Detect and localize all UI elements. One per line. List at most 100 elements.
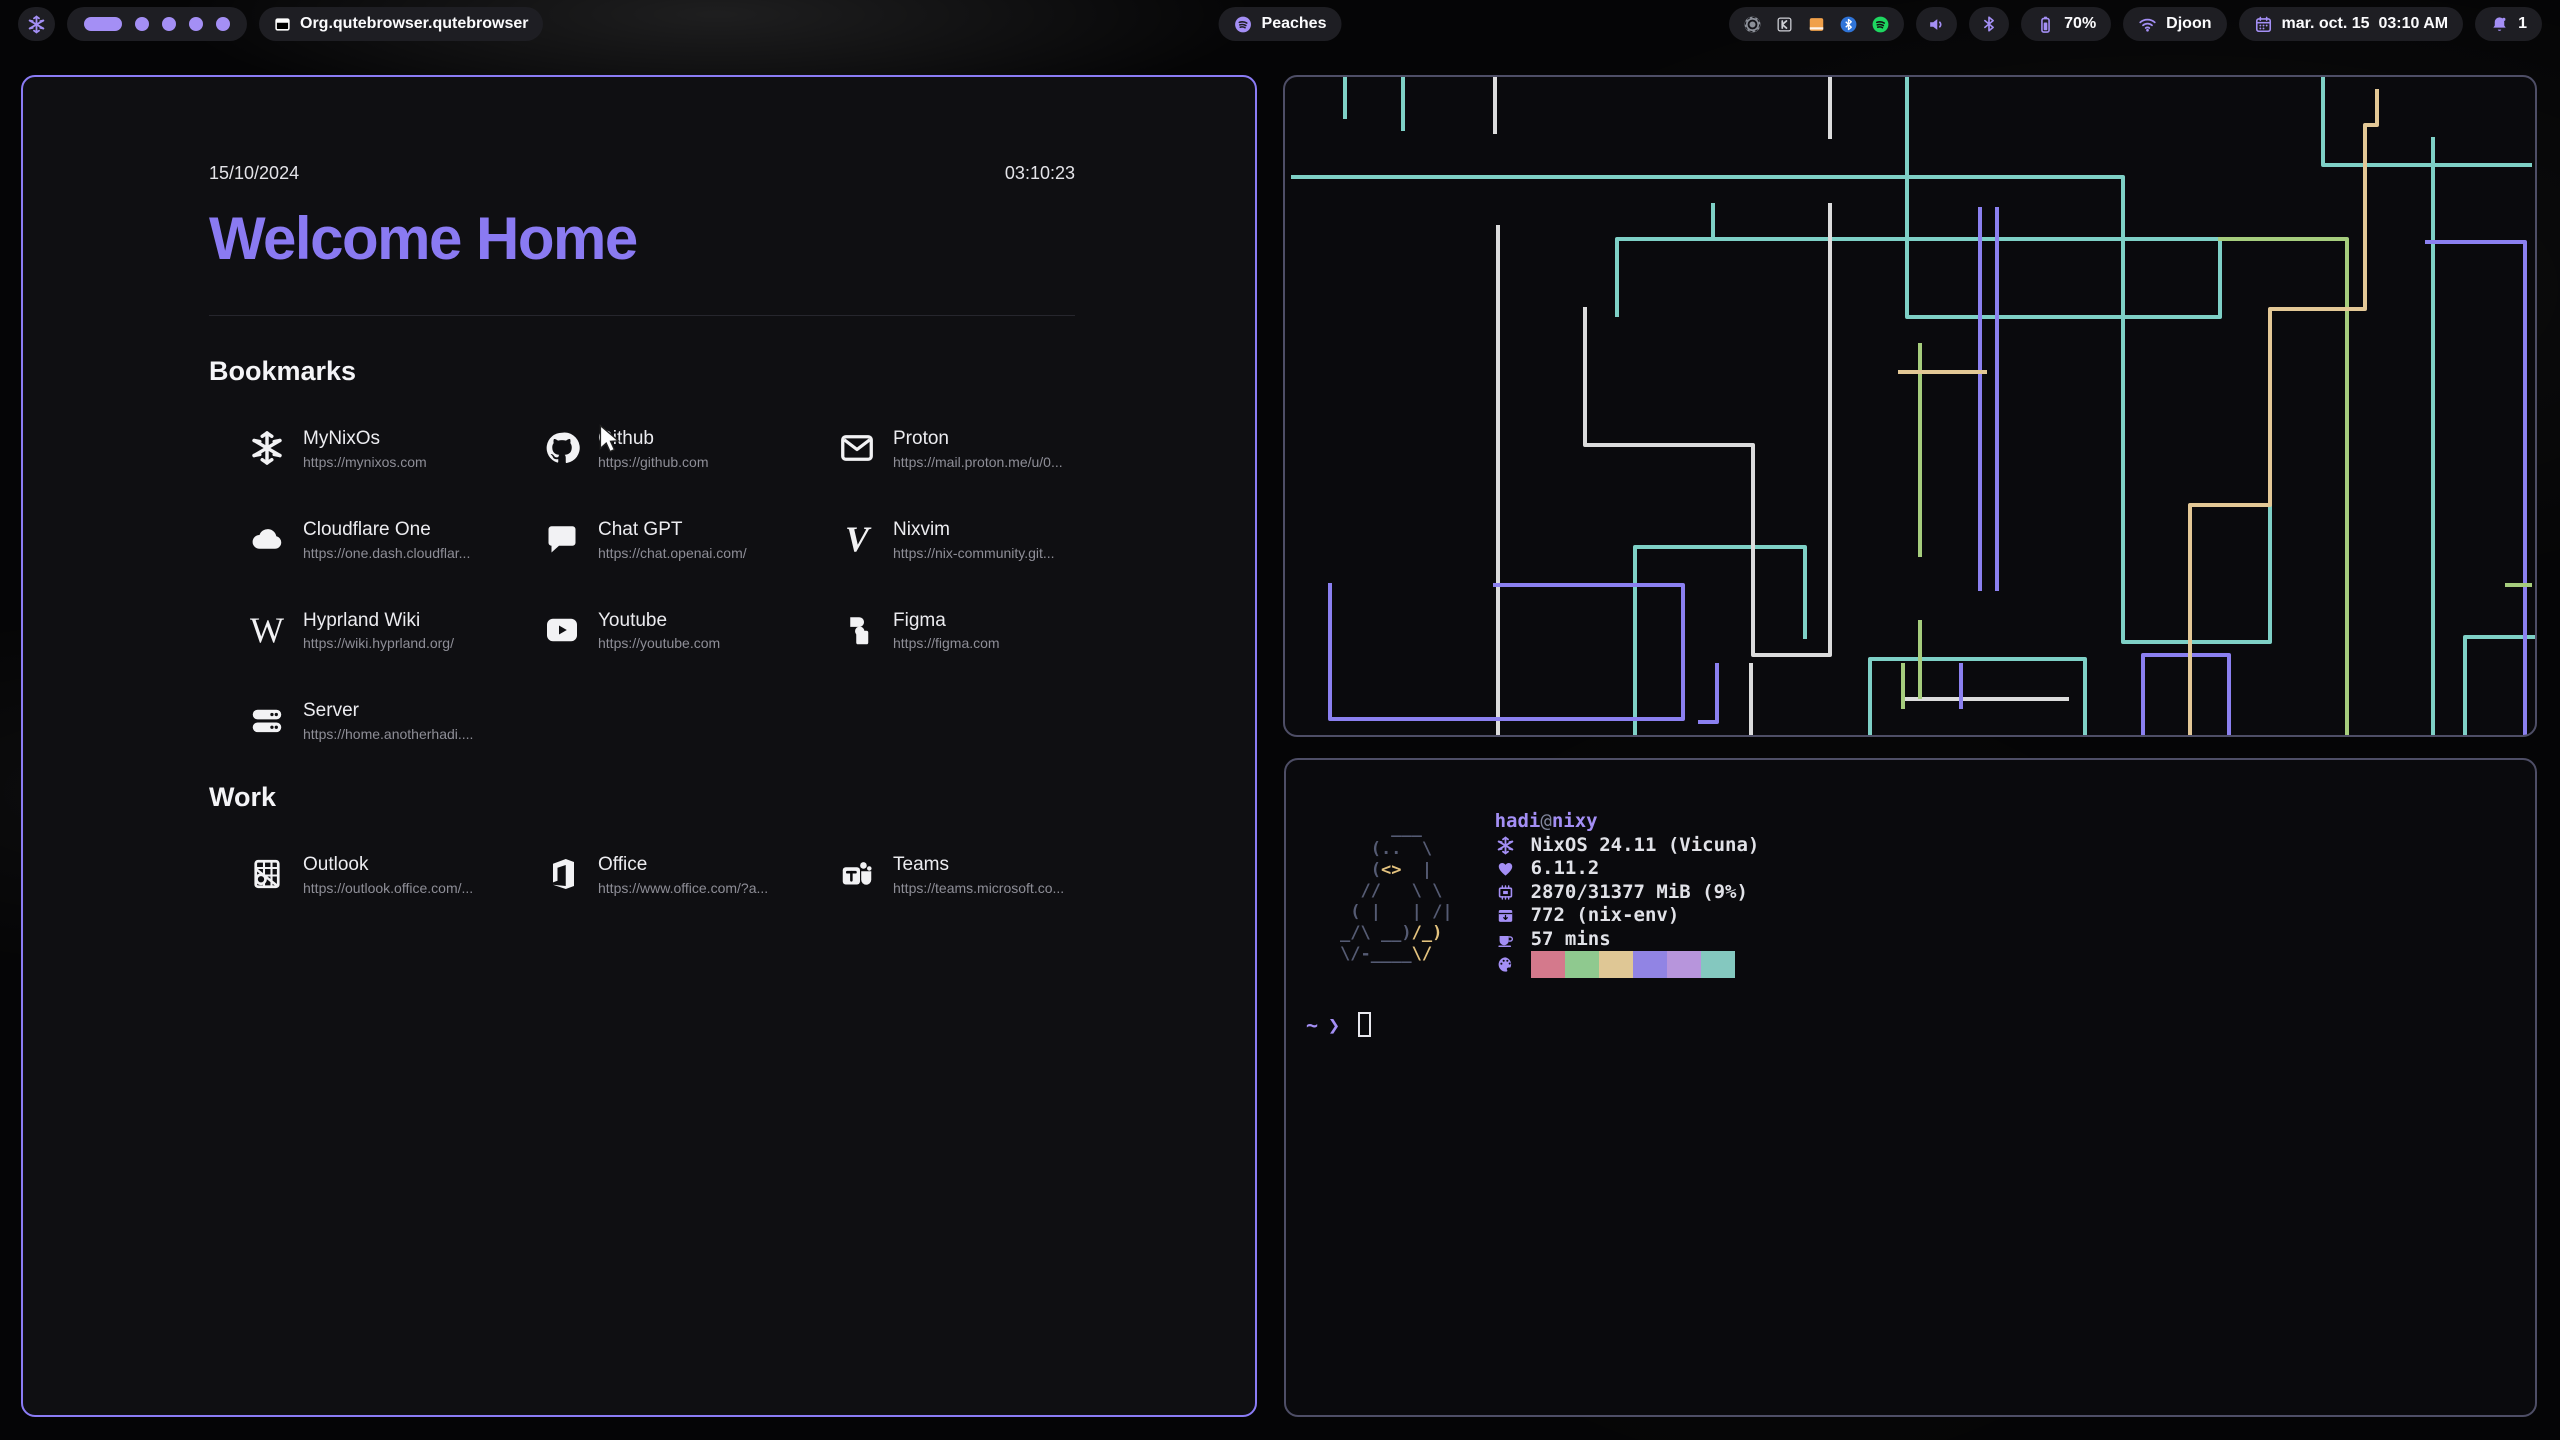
window-title-label: Org.qutebrowser.qutebrowser	[300, 15, 528, 33]
recorder-icon[interactable]	[1743, 15, 1762, 34]
workspace-active[interactable]	[84, 17, 122, 31]
bookmark-item-proton[interactable]: Protonhttps://mail.proton.me/u/0...	[837, 427, 1132, 470]
terminal-cursor	[1358, 1012, 1371, 1037]
media-player-module[interactable]: Peaches	[1219, 7, 1342, 41]
uptime-icon	[1495, 930, 1517, 949]
bookmark-url: https://www.office.com/?a...	[598, 880, 768, 896]
shell-prompt[interactable]: ~ ❯	[1306, 1012, 1371, 1037]
page-title: Welcome Home	[209, 204, 1075, 273]
top-bar: Org.qutebrowser.qutebrowser Peaches 70% …	[0, 0, 2560, 48]
spotify-tray-icon[interactable]	[1871, 15, 1890, 34]
bookmark-item-youtube[interactable]: Youtubehttps://youtube.com	[542, 609, 837, 652]
workspace-dot[interactable]	[216, 17, 230, 31]
bookmark-item-teams[interactable]: Teams https://teams.microsoft.co...	[837, 853, 1132, 896]
bookmark-item-github[interactable]: Githubhttps://github.com	[542, 427, 837, 470]
fetch-value: 772 (nix-env)	[1531, 904, 1680, 928]
youtube-icon	[542, 610, 582, 650]
section-heading-bookmarks: Bookmarks	[209, 356, 1075, 387]
workspace-dot[interactable]	[162, 17, 176, 31]
kernel-icon	[1495, 859, 1517, 878]
window-icon	[274, 16, 291, 33]
bookmark-url: https://teams.microsoft.co...	[893, 880, 1064, 896]
bookmark-item-cloudflare-one[interactable]: Cloudflare Onehttps://one.dash.cloudflar…	[247, 518, 542, 561]
cloud-icon	[247, 519, 287, 559]
network-module[interactable]: Djoon	[2123, 7, 2226, 41]
bookmark-url: https://mynixos.com	[303, 454, 427, 470]
bookmark-item-nixvim[interactable]: V Nixvimhttps://nix-community.git...	[837, 518, 1132, 561]
workspace-dot[interactable]	[189, 17, 203, 31]
battery-level: 70%	[2064, 15, 2096, 33]
volume-module[interactable]	[1916, 7, 1957, 41]
bluetooth-icon	[1980, 15, 1998, 33]
fetch-value: NixOS 24.11 (Vicuna)	[1531, 834, 1760, 858]
clock-module[interactable]: mar. oct. 15 03:10 AM	[2239, 7, 2464, 41]
bookmark-url: https://mail.proton.me/u/0...	[893, 454, 1063, 470]
fetch-user-host: hadi@nixy	[1495, 810, 1760, 834]
fetch-terminal-window: ___ (.. \ (<> | // \ \ ( | | /| _/\ __)/…	[1284, 758, 2537, 1417]
mouse-cursor	[598, 424, 624, 456]
bookmark-item-outlook[interactable]: Outlook https://outlook.office.com/...	[247, 853, 542, 896]
bookmark-title: MyNixOs	[303, 427, 427, 451]
prompt-symbol: ❯	[1328, 1013, 1340, 1037]
nix-snowflake-icon	[247, 428, 287, 468]
bookmark-title: Outlook	[303, 853, 473, 877]
workspace-dot[interactable]	[135, 17, 149, 31]
bookmark-text: Nixvimhttps://nix-community.git...	[893, 518, 1055, 561]
pipes-terminal-window	[1283, 75, 2537, 737]
bookmark-url: https://outlook.office.com/...	[303, 880, 473, 896]
mail-icon	[837, 428, 877, 468]
nix-snowflake-icon	[1495, 836, 1517, 855]
bookmark-url: https://youtube.com	[598, 635, 720, 651]
bookmark-title: Chat GPT	[598, 518, 747, 542]
notifications-module[interactable]: 1	[2475, 7, 2542, 41]
bookmark-url: https://github.com	[598, 454, 709, 470]
chat-icon	[542, 519, 582, 559]
bookmark-item-hyprland-wiki[interactable]: W Hyprland Wikihttps://wiki.hyprland.org/	[247, 609, 542, 652]
bookmark-item-office[interactable]: Officehttps://www.office.com/?a...	[542, 853, 837, 896]
fetch-line: 772 (nix-env)	[1495, 904, 1760, 928]
bookmark-text: Chat GPThttps://chat.openai.com/	[598, 518, 747, 561]
ascii-logo: ___ (.. \ (<> | // \ \ ( | | /| _/\ __)/…	[1340, 810, 1453, 977]
bookmark-text: Outlook https://outlook.office.com/...	[303, 853, 473, 896]
bookmark-text: Protonhttps://mail.proton.me/u/0...	[893, 427, 1063, 470]
packages-icon	[1495, 906, 1517, 925]
fetch-value: 2870/31377 MiB (9%)	[1531, 881, 1748, 905]
notification-count: 1	[2518, 15, 2527, 33]
wikipedia-icon: W	[247, 610, 287, 650]
wifi-icon	[2138, 15, 2157, 34]
bookmark-text: Hyprland Wikihttps://wiki.hyprland.org/	[303, 609, 454, 652]
bookmark-item-mynixos[interactable]: MyNixOs https://mynixos.com	[247, 427, 542, 470]
bookmark-title: Hyprland Wiki	[303, 609, 454, 633]
battery-icon	[2036, 15, 2055, 34]
palette-swatch	[1633, 951, 1667, 978]
vim-icon: V	[837, 519, 877, 559]
bookmark-title: Teams	[893, 853, 1064, 877]
startpage-time: 03:10:23	[1005, 163, 1075, 184]
bookmark-item-chat-gpt[interactable]: Chat GPThttps://chat.openai.com/	[542, 518, 837, 561]
fetch-line: 57 mins	[1495, 928, 1760, 952]
keepassxc-icon[interactable]	[1775, 15, 1794, 34]
bookmark-grid: Outlook https://outlook.office.com/... Off…	[209, 853, 1075, 896]
bookmark-item-server[interactable]: Serverhttps://home.anotherhadi....	[247, 699, 542, 742]
nix-snowflake-icon	[27, 15, 46, 34]
bookmark-text: Teams https://teams.microsoft.co...	[893, 853, 1064, 896]
bell-icon	[2490, 15, 2509, 34]
fetch-info: hadi@nixy NixOS 24.11 (Vicuna)6.11.22870…	[1495, 810, 1760, 977]
files-icon[interactable]	[1807, 15, 1826, 34]
workspaces-module[interactable]	[67, 7, 247, 41]
system-tray	[1729, 7, 1904, 41]
bluetooth-module[interactable]	[1969, 7, 2009, 41]
battery-module[interactable]: 70%	[2021, 7, 2111, 41]
bookmark-item-figma[interactable]: Figmahttps://figma.com	[837, 609, 1132, 652]
bar-right-modules: 70% Djoon mar. oct. 15 03:10 AM 1	[1729, 7, 2542, 41]
fetch-line: NixOS 24.11 (Vicuna)	[1495, 834, 1760, 858]
launcher-button[interactable]	[18, 7, 55, 41]
bookmark-title: Server	[303, 699, 473, 723]
window-title-module[interactable]: Org.qutebrowser.qutebrowser	[259, 7, 543, 41]
bookmark-title: Nixvim	[893, 518, 1055, 542]
startpage-date: 15/10/2024	[209, 163, 299, 184]
bookmark-text: MyNixOs https://mynixos.com	[303, 427, 427, 470]
bar-center-modules: Peaches	[1219, 7, 1342, 41]
bookmark-text: Youtubehttps://youtube.com	[598, 609, 720, 652]
bluetooth-manager-icon[interactable]	[1839, 15, 1858, 34]
